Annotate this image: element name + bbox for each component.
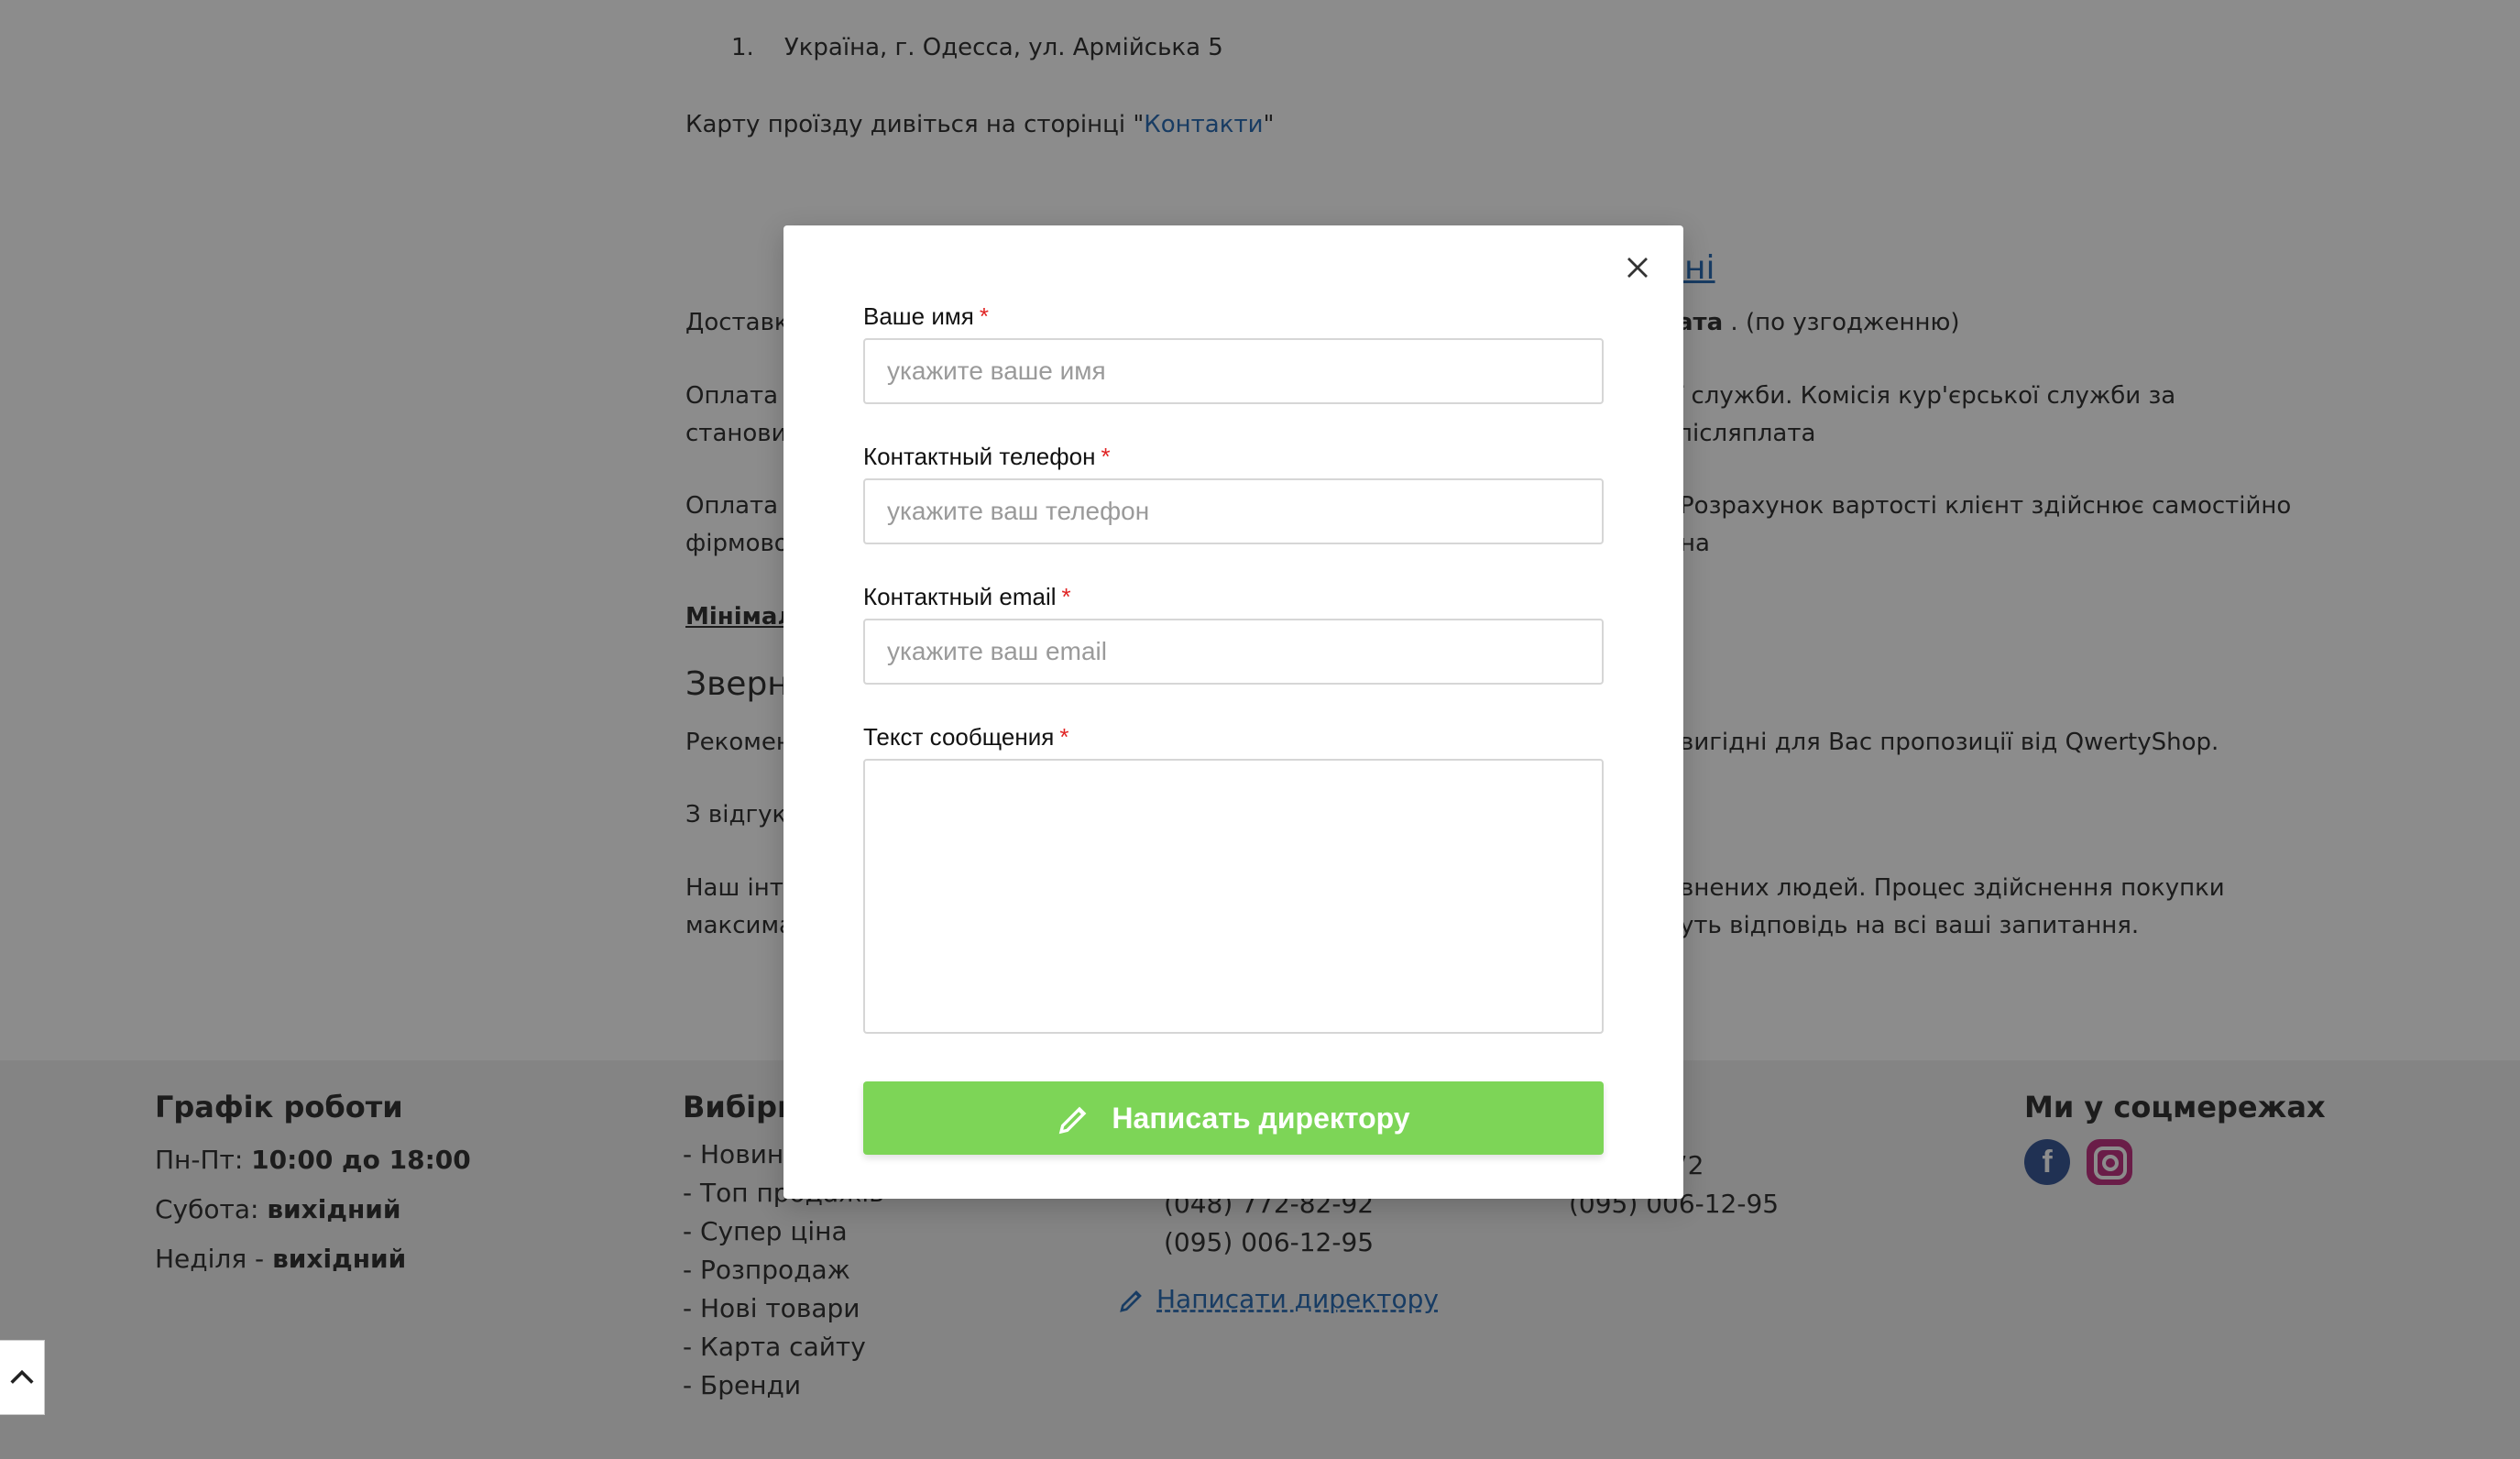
email-label-text: Контактный email xyxy=(863,583,1057,610)
required-mark: * xyxy=(1059,723,1069,751)
required-mark: * xyxy=(979,302,989,330)
name-label-text: Ваше имя xyxy=(863,302,974,330)
message-label: Текст сообщения * xyxy=(863,723,1604,751)
write-director-modal: Ваше имя* Контактный телефон* Контактный… xyxy=(783,225,1683,1199)
pencil-icon xyxy=(1059,1106,1087,1135)
close-icon xyxy=(1627,258,1648,278)
required-mark: * xyxy=(1061,583,1071,610)
message-field-group: Текст сообщения * xyxy=(863,723,1604,1037)
message-textarea[interactable] xyxy=(863,759,1604,1034)
director-form: Ваше имя* Контактный телефон* Контактный… xyxy=(863,302,1604,1155)
email-field-group: Контактный email * xyxy=(863,583,1604,685)
phone-label: Контактный телефон * xyxy=(863,443,1604,471)
message-label-text: Текст сообщения xyxy=(863,723,1055,751)
phone-label-text: Контактный телефон xyxy=(863,443,1096,470)
email-input[interactable] xyxy=(863,619,1604,685)
name-label: Ваше имя * xyxy=(863,302,1604,331)
name-input[interactable] xyxy=(863,338,1604,404)
required-mark: * xyxy=(1101,443,1111,470)
phone-input[interactable] xyxy=(863,478,1604,544)
name-field-group: Ваше имя * xyxy=(863,302,1604,404)
submit-button[interactable]: Написать директору xyxy=(863,1081,1604,1155)
chevron-up-icon xyxy=(10,1369,34,1384)
phone-field-group: Контактный телефон * xyxy=(863,443,1604,544)
email-label: Контактный email * xyxy=(863,583,1604,611)
scroll-top-button[interactable] xyxy=(0,1340,45,1415)
close-button[interactable] xyxy=(1617,247,1658,288)
submit-label: Написать директору xyxy=(1112,1101,1410,1135)
